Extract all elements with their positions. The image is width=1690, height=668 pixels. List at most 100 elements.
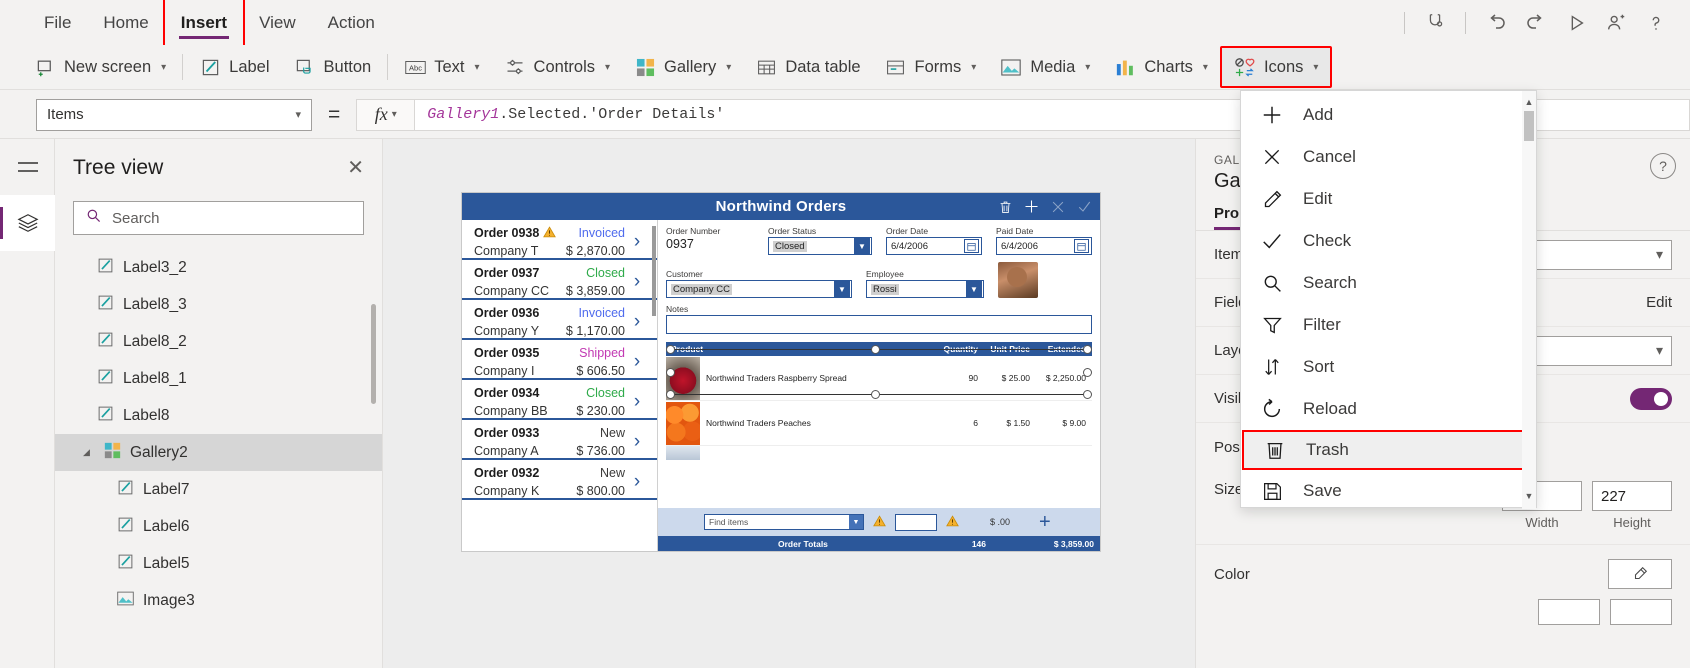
height-input[interactable]: 227 <box>1592 481 1672 511</box>
trash-icon[interactable] <box>999 200 1012 214</box>
tree-item-label8[interactable]: Label8 <box>55 397 382 434</box>
chevron-right-icon[interactable]: › <box>629 471 645 493</box>
tree-item-label3-2[interactable]: Label3_2 <box>55 249 382 286</box>
paid-date-input[interactable]: 6/4/2006 <box>996 237 1092 255</box>
rail-tree-view-icon[interactable] <box>0 195 55 251</box>
visible-toggle[interactable] <box>1630 387 1672 410</box>
color-swatch-fill[interactable] <box>1538 599 1600 625</box>
icons-menu-item-search[interactable]: Search <box>1241 262 1536 304</box>
expand-caret-icon[interactable]: ◢ <box>83 447 95 458</box>
tree-search-input[interactable]: Search <box>73 201 364 235</box>
calendar-icon[interactable] <box>964 239 979 253</box>
icons-menu-item-filter[interactable]: Filter <box>1241 304 1536 346</box>
chevron-right-icon[interactable]: › <box>629 391 645 413</box>
tree-item-label7[interactable]: Label7 <box>55 471 382 508</box>
order-status-dropdown[interactable]: Closed ▼ <box>768 237 872 255</box>
order-row[interactable]: Order 0934 Closed › Company BB $ 230.00 <box>462 380 657 420</box>
plus-icon[interactable]: + <box>1039 511 1051 534</box>
color-swatch-border[interactable] <box>1610 599 1672 625</box>
tree-item-label8-1[interactable]: Label8_1 <box>55 360 382 397</box>
icons-menu-scroll-thumb[interactable] <box>1524 111 1534 141</box>
product-row[interactable]: Northwind Traders Peaches 6 $ 1.50 $ 9.0… <box>666 401 1092 446</box>
ribbon-button-label: Button <box>323 57 372 76</box>
menu-tab-file[interactable]: File <box>28 0 87 45</box>
calendar-icon[interactable] <box>1074 239 1089 253</box>
ribbon-icons[interactable]: Icons ▾ <box>1219 46 1333 88</box>
fx-button[interactable]: fx ▾ <box>356 98 415 131</box>
menu-tab-insert[interactable]: Insert <box>162 0 246 47</box>
ribbon-forms[interactable]: Forms ▾ <box>873 48 989 86</box>
product-row[interactable]: Northwind Traders Raspberry Spread 90 $ … <box>666 356 1092 401</box>
tree-item-image3[interactable]: Image3 <box>55 582 382 619</box>
order-row[interactable]: Order 0937 Closed › Company CC $ 3,859.0… <box>462 260 657 300</box>
play-icon[interactable] <box>1556 3 1596 43</box>
question-mark-icon[interactable]: ? <box>1650 153 1676 179</box>
employee-dropdown[interactable]: Rossi ▼ <box>866 280 984 298</box>
ribbon-gallery[interactable]: Gallery ▾ <box>622 48 743 86</box>
chevron-right-icon[interactable]: › <box>629 271 645 293</box>
close-icon[interactable]: ✕ <box>347 158 364 178</box>
help-icon[interactable] <box>1636 3 1676 43</box>
quantity-input[interactable] <box>895 513 937 531</box>
ribbon-button[interactable]: Button <box>282 48 384 86</box>
customer-dropdown[interactable]: Company CC ▼ <box>666 280 852 298</box>
scroll-down-arrow-icon[interactable]: ▼ <box>1523 489 1535 503</box>
ribbon-charts[interactable]: Charts ▾ <box>1102 48 1220 86</box>
menu-tab-action[interactable]: Action <box>312 0 391 45</box>
ribbon-data-table[interactable]: Data table <box>743 48 872 86</box>
ribbon-new-screen[interactable]: New screen ▾ <box>22 48 178 86</box>
ribbon-label[interactable]: Label <box>187 48 281 86</box>
menu-tab-home[interactable]: Home <box>87 0 164 45</box>
tree-item-label8-2[interactable]: Label8_2 <box>55 323 382 360</box>
magnifier-icon <box>1259 270 1285 296</box>
ribbon-text[interactable]: Abc Text ▾ <box>392 48 491 86</box>
order-date-input[interactable]: 6/4/2006 <box>886 237 982 255</box>
close-x-icon[interactable] <box>1051 200 1065 214</box>
order-row[interactable]: Order 0933 New › Company A $ 736.00 <box>462 420 657 460</box>
icons-menu-item-cancel[interactable]: Cancel <box>1241 136 1536 178</box>
notes-input[interactable] <box>666 315 1092 334</box>
order-amount: $ 736.00 <box>576 444 625 458</box>
checkmark-icon[interactable] <box>1077 199 1092 214</box>
product-name: Northwind Traders Peaches <box>706 418 811 428</box>
color-picker-icon[interactable] <box>1608 559 1672 589</box>
ribbon-media[interactable]: Media ▾ <box>988 48 1102 86</box>
icons-menu-item-edit[interactable]: Edit <box>1241 178 1536 220</box>
product-row-partial[interactable] <box>666 446 1092 460</box>
icons-menu-item-add[interactable]: Add <box>1241 94 1536 136</box>
edit-fields-link[interactable]: Edit <box>1646 294 1672 311</box>
icons-menu-item-save[interactable]: Save <box>1241 470 1536 509</box>
chevron-right-icon[interactable]: › <box>629 231 645 253</box>
icons-menu-item-sort[interactable]: Sort <box>1241 346 1536 388</box>
tree-scrollbar-thumb[interactable] <box>371 304 376 404</box>
orders-scrollbar-thumb[interactable] <box>652 226 656 316</box>
order-row[interactable]: Order 0932 New › Company K $ 800.00 <box>462 460 657 500</box>
order-row[interactable]: Order 0936 Invoiced › Company Y $ 1,170.… <box>462 300 657 340</box>
undo-icon[interactable] <box>1476 3 1516 43</box>
tree-item-gallery2[interactable]: ◢ Gallery2 <box>55 434 382 471</box>
icons-menu-scrollbar[interactable]: ▲ ▼ <box>1522 91 1536 509</box>
chevron-right-icon[interactable]: › <box>629 311 645 333</box>
plus-icon[interactable] <box>1024 199 1039 214</box>
menu-tab-view[interactable]: View <box>243 0 312 45</box>
order-row[interactable]: Order 0935 Shipped › Company I $ 606.50 <box>462 340 657 380</box>
icons-menu-item-trash[interactable]: Trash <box>1242 430 1535 470</box>
find-items-dropdown[interactable]: Find items ▼ <box>704 514 864 530</box>
share-icon[interactable] <box>1596 3 1636 43</box>
tree-item-label8-3[interactable]: Label8_3 <box>55 286 382 323</box>
property-selector[interactable]: Items ▾ <box>36 98 312 131</box>
scroll-up-arrow-icon[interactable]: ▲ <box>1523 95 1535 109</box>
tree-item-label6[interactable]: Label6 <box>55 508 382 545</box>
order-row[interactable]: Order 0938 Invoiced › Company T $ 2,870.… <box>462 220 657 260</box>
ribbon-controls[interactable]: Controls ▾ <box>492 48 622 86</box>
health-check-icon[interactable] <box>1415 3 1455 43</box>
order-company: Company T <box>474 244 539 258</box>
redo-icon[interactable] <box>1516 3 1556 43</box>
chevron-right-icon[interactable]: › <box>629 431 645 453</box>
hamburger-menu-icon[interactable] <box>0 139 55 195</box>
icons-menu-item-check[interactable]: Check <box>1241 220 1536 262</box>
icons-menu-item-reload[interactable]: Reload <box>1241 388 1536 430</box>
chevron-right-icon[interactable]: › <box>629 351 645 373</box>
tree-view-search-wrap: Search <box>55 197 382 249</box>
tree-item-label5[interactable]: Label5 <box>55 545 382 582</box>
